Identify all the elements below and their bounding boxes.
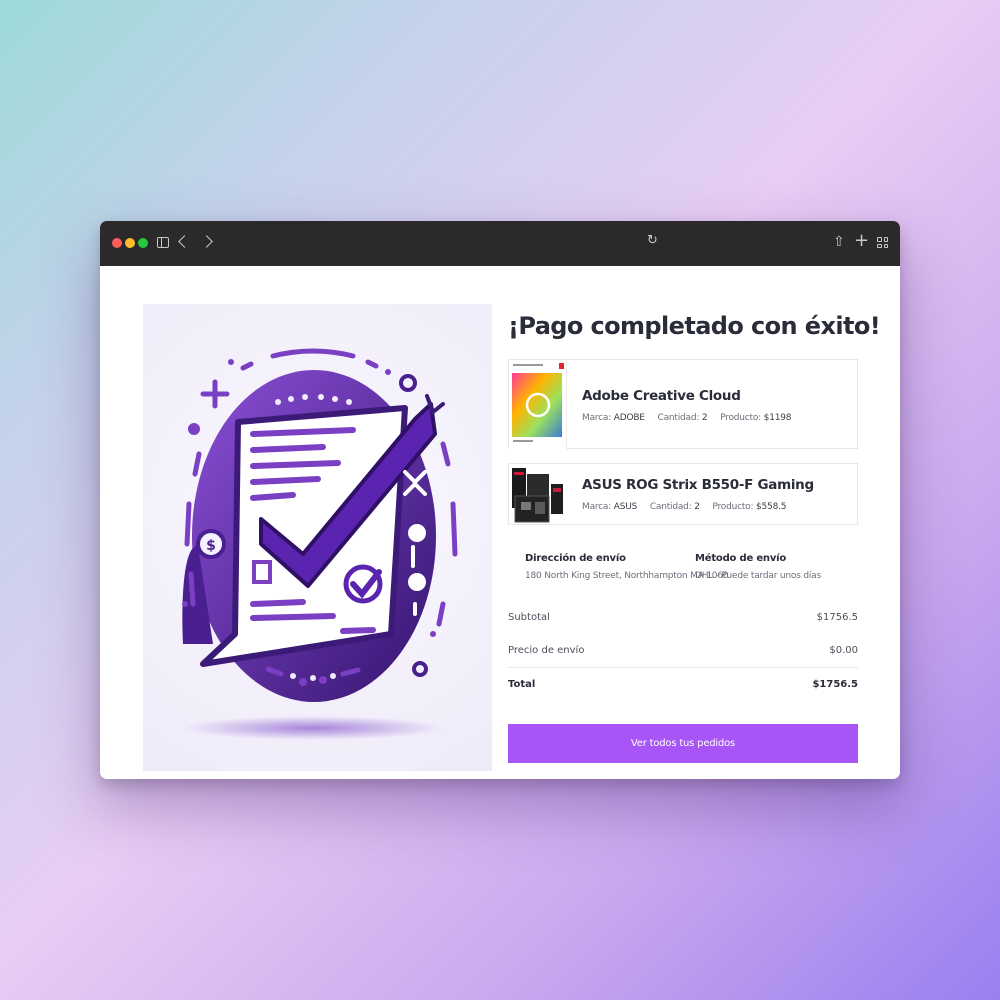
sidebar-icon[interactable] xyxy=(157,237,169,248)
product-name: Adobe Creative Cloud xyxy=(582,388,741,404)
product-meta: Marca: ASUS Cantidad: 2 Producto: $558.5 xyxy=(582,502,787,512)
page-title: ¡Pago completado con éxito! xyxy=(508,312,881,340)
total-value: $1756.5 xyxy=(812,679,858,690)
zoom-window-button[interactable] xyxy=(138,238,148,248)
subtotal-label: Subtotal xyxy=(508,612,550,623)
browser-window: ↻ ⇧ + $ ¡Pago completado con éxito! Adob… xyxy=(100,221,900,779)
shipping-method: Método de envío DHL - Puede tardar unos … xyxy=(695,553,821,581)
product-meta: Marca: ADOBE Cantidad: 2 Producto: $1198 xyxy=(582,413,792,423)
summary-divider xyxy=(508,667,858,668)
tab-overview-icon[interactable] xyxy=(877,237,888,248)
address-bar[interactable] xyxy=(336,233,666,254)
reload-icon[interactable]: ↻ xyxy=(647,233,658,248)
shipping-method-label: Método de envío xyxy=(695,553,787,564)
order-item: Adobe Creative Cloud Marca: ADOBE Cantid… xyxy=(508,359,858,449)
subtotal-value: $1756.5 xyxy=(816,612,858,623)
page-content: $ ¡Pago completado con éxito! Adobe Crea… xyxy=(100,266,900,779)
product-image-adobe xyxy=(509,360,567,449)
total-label: Total xyxy=(508,679,536,690)
back-icon[interactable] xyxy=(178,235,191,248)
close-window-button[interactable] xyxy=(112,238,122,248)
view-all-orders-button[interactable]: Ver todos tus pedidos xyxy=(508,724,858,763)
product-name: ASUS ROG Strix B550-F Gaming xyxy=(582,477,814,493)
svg-text:$: $ xyxy=(206,538,216,554)
new-tab-icon[interactable]: + xyxy=(854,231,869,251)
checkmark-document-icon: $ xyxy=(182,348,458,740)
share-icon[interactable]: ⇧ xyxy=(833,232,845,252)
minimize-window-button[interactable] xyxy=(125,238,135,248)
shipping-method-value: DHL - Puede tardar unos días xyxy=(695,571,821,581)
shipping-cost-value: $0.00 xyxy=(829,645,858,656)
shipping-cost-label: Precio de envío xyxy=(508,645,585,656)
forward-icon[interactable] xyxy=(200,235,213,248)
browser-titlebar: ↻ ⇧ + xyxy=(100,221,900,266)
order-summary-panel: ¡Pago completado con éxito! Adobe Creati… xyxy=(508,304,881,763)
product-image-asus xyxy=(509,464,567,525)
payment-success-illustration: $ xyxy=(143,304,492,771)
order-item: ASUS ROG Strix B550-F Gaming Marca: ASUS… xyxy=(508,463,858,525)
